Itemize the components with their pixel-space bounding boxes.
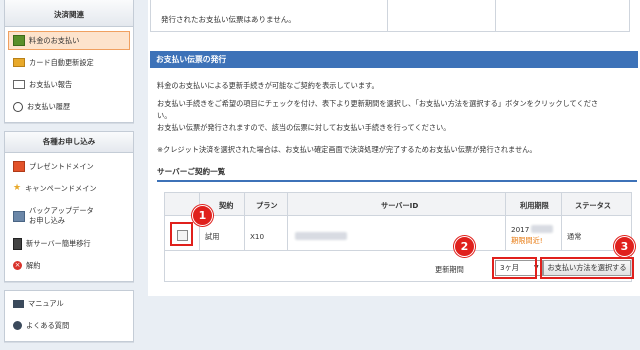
sidebar-item-faq[interactable]: よくある質問	[8, 316, 130, 335]
sidebar-item-label: キャンペーンドメイン	[25, 183, 97, 193]
applications-panel: 各種お申し込み プレゼントドメイン ★ キャンペーンドメイン バックアップデータ…	[4, 131, 134, 282]
credit-card-icon	[13, 58, 25, 67]
payment-panel: 決済関連 料金のお支払い カード自動更新設定 お支払い報告 お支払い履歴	[4, 0, 134, 123]
clock-icon	[13, 101, 23, 112]
heading-underline	[157, 180, 637, 182]
star-icon: ★	[13, 183, 22, 193]
column-header-status: ステータス	[575, 201, 611, 210]
column-header-expiry: 利用期限	[520, 201, 549, 210]
sidebar-item-payment-history[interactable]: お支払い履歴	[8, 97, 130, 116]
credit-note: ※クレジット決済を選択された場合は、お支払い確定画面で決済処理が完了するためお支…	[157, 145, 537, 154]
question-icon	[13, 321, 22, 330]
column-divider	[505, 193, 506, 250]
issued-slips-table: 発行されたお支払い伝票はありません。	[150, 0, 630, 32]
sidebar-item-payment-report[interactable]: お支払い報告	[8, 75, 130, 94]
checkbox-highlight	[170, 222, 193, 246]
sidebar-item-label: よくある質問	[26, 320, 70, 330]
description-line: お支払い伝票が発行されますので、該当の伝票に対してお支払い手続きを行ってください…	[157, 123, 451, 132]
sidebar-item-label: バックアップデータ お申し込み	[29, 206, 94, 226]
gift-icon	[13, 161, 25, 172]
table-divider	[387, 0, 388, 31]
sidebar-item-label-line1: バックアップデータ	[29, 206, 94, 215]
payment-panel-title: 決済関連	[5, 0, 133, 27]
main-content: 発行されたお支払い伝票はありません。 お支払い伝票の発行 料金のお支払いによる更…	[148, 0, 640, 296]
step-badge-3: 3	[614, 236, 635, 257]
server-icon	[13, 237, 22, 250]
yen-icon	[13, 35, 25, 46]
sidebar-item-fee-payment[interactable]: 料金のお支払い	[8, 31, 130, 50]
renewal-period-label: 更新期間	[435, 265, 464, 274]
step-badge-2: 2	[454, 236, 475, 257]
sidebar-item-present-domain[interactable]: プレゼントドメイン	[8, 157, 130, 176]
applications-nav: プレゼントドメイン ★ キャンペーンドメイン バックアップデータ お申し込み 新…	[5, 153, 133, 281]
expiry-year: 2017	[511, 225, 530, 234]
help-panel: マニュアル よくある質問	[4, 290, 134, 342]
table-divider	[495, 0, 496, 31]
hard-drive-icon	[13, 210, 25, 222]
status-cell: 通常	[567, 232, 582, 241]
description-line: い。	[157, 111, 172, 120]
column-header-plan: プラン	[256, 201, 278, 210]
no-slips-message: 発行されたお支払い伝票はありません。	[161, 15, 296, 24]
step-badge-1: 1	[192, 205, 213, 226]
sidebar-item-label: マニュアル	[28, 298, 64, 308]
select-highlight	[492, 257, 537, 279]
sidebar-item-label: お支払い報告	[29, 79, 73, 89]
sidebar-item-card-auto-renewal[interactable]: カード自動更新設定	[8, 53, 130, 72]
sidebar-item-server-migration[interactable]: 新サーバー簡単移行	[8, 234, 130, 253]
column-header-server-id: サーバーID	[381, 201, 419, 210]
column-header-contract: 契約	[219, 201, 234, 210]
contracts-heading: サーバーご契約一覧	[157, 167, 226, 176]
description-line: お支払い手続きをご希望の項目にチェックを付け、表下より更新期間を選択し、「お支払…	[157, 99, 599, 108]
sidebar-item-campaign-domain[interactable]: ★ キャンペーンドメイン	[8, 179, 130, 198]
sidebar-item-label: 解約	[26, 260, 41, 270]
payment-nav: 料金のお支払い カード自動更新設定 お支払い報告 お支払い履歴	[5, 27, 133, 122]
sidebar-item-label: 新サーバー簡単移行	[26, 238, 91, 248]
book-icon	[13, 299, 24, 308]
column-divider	[244, 193, 245, 250]
row-divider	[165, 250, 631, 251]
sidebar-item-label: カード自動更新設定	[29, 57, 94, 67]
expiry-warning: 期限間近!	[511, 236, 543, 245]
column-divider	[287, 193, 288, 250]
description-line: 料金のお支払いによる更新手続きが可能なご契約を表示しています。	[157, 81, 379, 90]
contracts-table: 契約 プラン サーバーID 利用期限 ステータス 試用 X10 2017 期限間…	[164, 192, 634, 282]
sidebar: 決済関連 料金のお支払い カード自動更新設定 お支払い報告 お支払い履歴 各種お…	[4, 0, 134, 350]
sidebar-item-manual[interactable]: マニュアル	[8, 294, 130, 313]
contract-type-cell: 試用	[205, 232, 220, 241]
sidebar-item-label: 料金のお支払い	[29, 35, 80, 45]
sidebar-item-label: お支払い履歴	[27, 101, 71, 111]
column-divider	[561, 193, 562, 250]
applications-panel-title: 各種お申し込み	[5, 132, 133, 153]
redacted-server-id	[295, 232, 347, 240]
mail-icon	[13, 80, 25, 89]
sidebar-item-label: プレゼントドメイン	[29, 161, 94, 171]
section-title: お支払い伝票の発行	[150, 51, 638, 68]
plan-cell: X10	[250, 232, 265, 241]
redacted-expiry-date	[531, 225, 553, 233]
button-highlight	[540, 257, 634, 279]
sidebar-item-backup-data[interactable]: バックアップデータ お申し込み	[8, 201, 130, 231]
sidebar-item-cancellation[interactable]: × 解約	[8, 256, 130, 275]
help-nav: マニュアル よくある質問	[5, 291, 133, 341]
cancel-icon: ×	[13, 261, 22, 270]
sidebar-item-label-line2: お申し込み	[29, 216, 65, 225]
